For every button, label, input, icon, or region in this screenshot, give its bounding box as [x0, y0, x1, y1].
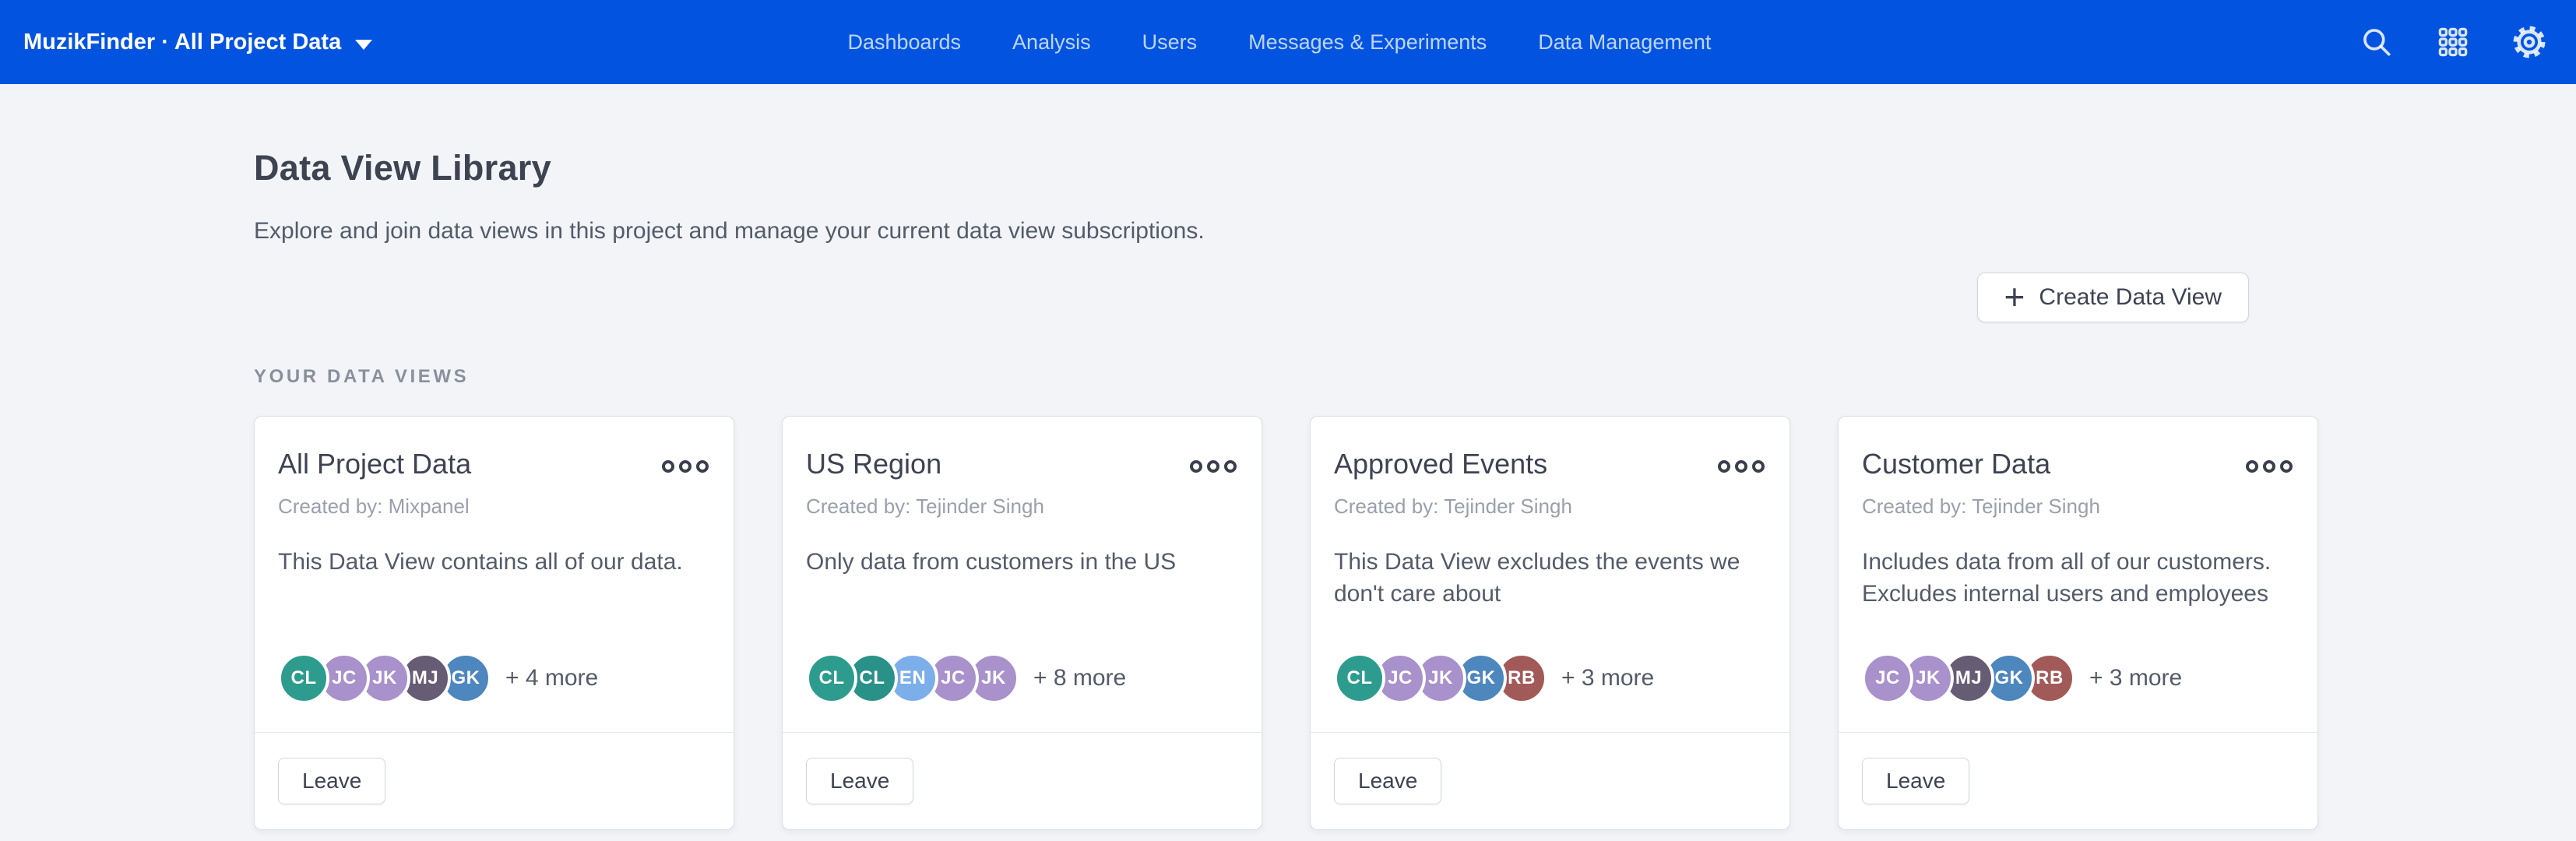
member-avatar-row: CL JC JK MJ GK + 4 more [278, 653, 710, 732]
chevron-down-icon [355, 40, 372, 50]
settings-gear-icon [2513, 26, 2546, 58]
more-options-button[interactable] [660, 456, 710, 477]
avatar: CL [1334, 653, 1385, 704]
header-icon-group [2360, 0, 2546, 84]
project-switcher-label: MuzikFinder · All Project Data [23, 30, 341, 55]
more-options-icon [1190, 460, 1202, 473]
member-avatar-row: CL JC JK GK RB + 3 more [1334, 653, 1766, 732]
search-button[interactable] [2360, 25, 2394, 59]
more-options-icon [662, 460, 674, 473]
data-view-card-customer-data: Customer Data Created by: Tejinder Singh… [1838, 416, 2318, 830]
data-view-card-us-region: US Region Created by: Tejinder Singh Onl… [782, 416, 1262, 830]
nav-item-analysis[interactable]: Analysis [1012, 30, 1091, 55]
member-avatar-row: JC JK MJ GK RB + 3 more [1862, 653, 2294, 732]
more-members-label: + 3 more [2089, 665, 2182, 691]
top-navigation-bar: MuzikFinder · All Project Data Dashboard… [0, 0, 2576, 84]
more-options-button[interactable] [1716, 456, 1766, 477]
more-members-label: + 8 more [1033, 665, 1126, 691]
primary-nav: Dashboards Analysis Users Messages & Exp… [847, 0, 1711, 84]
leave-button[interactable]: Leave [806, 758, 913, 804]
create-data-view-label: Create Data View [2039, 284, 2222, 311]
nav-item-messages-experiments[interactable]: Messages & Experiments [1248, 30, 1487, 55]
more-members-label: + 3 more [1561, 665, 1654, 691]
nav-item-users[interactable]: Users [1142, 30, 1198, 55]
data-view-card-all-project-data: All Project Data Created by: Mixpanel Th… [254, 416, 734, 830]
nav-item-data-management[interactable]: Data Management [1538, 30, 1711, 55]
project-switcher[interactable]: MuzikFinder · All Project Data [23, 0, 372, 84]
more-options-button[interactable] [1188, 456, 1238, 477]
card-description: This Data View contains all of our data. [278, 547, 702, 579]
data-view-card-grid: All Project Data Created by: Mixpanel Th… [254, 416, 2576, 830]
leave-button[interactable]: Leave [1334, 758, 1441, 804]
nav-item-dashboards[interactable]: Dashboards [847, 30, 961, 55]
data-view-library-page: Data View Library Explore and join data … [0, 148, 2576, 830]
card-description: Only data from customers in the US [806, 547, 1230, 579]
card-title: Customer Data [1862, 448, 2050, 480]
create-data-view-button[interactable]: + Create Data View [1977, 273, 2249, 322]
data-view-card-approved-events: Approved Events Created by: Tejinder Sin… [1310, 416, 1790, 830]
card-created-by: Created by: Mixpanel [278, 494, 710, 519]
apps-grid-button[interactable] [2436, 25, 2470, 59]
card-description: Includes data from all of our customers.… [1862, 547, 2286, 610]
card-title: Approved Events [1334, 448, 1547, 480]
more-options-icon [1718, 460, 1730, 473]
member-avatar-row: CL CL EN JC JK + 8 more [806, 653, 1238, 732]
avatar: CL [278, 653, 329, 704]
apps-grid-icon [2437, 26, 2469, 58]
card-created-by: Created by: Tejinder Singh [1862, 494, 2294, 519]
section-label-your-data-views: YOUR DATA VIEWS [254, 366, 2576, 388]
more-options-button[interactable] [2244, 456, 2294, 477]
avatar: JC [1862, 653, 1913, 704]
leave-button[interactable]: Leave [278, 758, 385, 804]
settings-button[interactable] [2512, 25, 2546, 59]
card-title: US Region [806, 448, 941, 480]
avatar: CL [806, 653, 857, 704]
card-created-by: Created by: Tejinder Singh [1334, 494, 1766, 519]
leave-button[interactable]: Leave [1862, 758, 1969, 804]
search-icon [2360, 26, 2393, 58]
page-title: Data View Library [254, 148, 2576, 188]
more-members-label: + 4 more [505, 665, 598, 691]
more-options-icon [2246, 460, 2258, 473]
page-subtitle: Explore and join data views in this proj… [254, 218, 2576, 245]
card-created-by: Created by: Tejinder Singh [806, 494, 1238, 519]
card-title: All Project Data [278, 448, 471, 480]
card-description: This Data View excludes the events we do… [1334, 547, 1758, 610]
